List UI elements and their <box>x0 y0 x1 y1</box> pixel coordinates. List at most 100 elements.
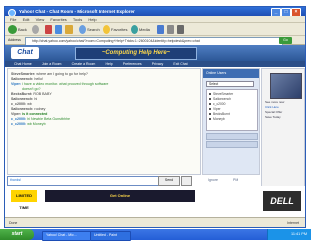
message-sender: Sailorwench: <box>11 77 34 81</box>
panel-divider <box>206 133 258 140</box>
address-label: Address <box>8 38 21 42</box>
nav-help[interactable]: Help <box>105 61 112 67</box>
list-item[interactable]: Moneyb <box>209 117 225 121</box>
user-select-dropdown[interactable]: Select <box>206 81 254 87</box>
menu-help[interactable]: Help <box>88 16 96 23</box>
chat-message-input[interactable]: thanks! <box>7 176 159 186</box>
nav-create-room[interactable]: Create a Room <box>72 61 96 67</box>
ad-text: See more now <box>265 100 285 104</box>
chat-message: c_c2000: hi Newbie Beta Gunstbhhe <box>11 117 70 121</box>
favorites-star-icon[interactable] <box>103 25 110 34</box>
taskbar-item-ie[interactable]: Yahoo! Chat - Mic... <box>42 230 91 241</box>
user-name: SteveSmarter <box>213 92 234 96</box>
search-label[interactable]: Search <box>87 27 100 32</box>
chat-message: Sailorwench: rodney <box>11 107 45 111</box>
media-label[interactable]: Media <box>139 27 150 32</box>
chat-message: Sailorwench: hi <box>11 97 37 101</box>
menu-file[interactable]: File <box>10 16 16 23</box>
message-text: hi Newbie Beta Gunstbhhe <box>27 117 70 121</box>
list-item[interactable]: Viper <box>209 107 221 111</box>
chat-message-area[interactable]: SteveSmarter: where am I going to go for… <box>7 68 201 175</box>
search-icon[interactable] <box>79 25 86 34</box>
message-sender: Sailorwench: <box>11 97 34 101</box>
user-list-panel: Online Users Select SteveSmarter Sailorw… <box>202 68 260 175</box>
mail-icon[interactable] <box>167 25 174 34</box>
menu-tools[interactable]: Tools <box>73 16 82 23</box>
side-advertisement[interactable]: See more now Click Here Special Offer Sa… <box>261 68 305 188</box>
message-text: ROB BABY <box>33 92 52 96</box>
pm-button[interactable]: PM <box>233 177 238 183</box>
bottom-ad-strip: LIMITED TIME Get Online DELL <box>5 186 305 216</box>
user-status-icon <box>209 118 211 121</box>
message-sender: Sailorwench: <box>11 107 34 111</box>
browser-window: Yahoo! Chat - Chat Room - Microsoft Inte… <box>4 6 306 228</box>
chat-message: doesn't go? <box>22 87 40 91</box>
forward-arrow-icon[interactable] <box>32 25 39 34</box>
taskbar-item-paint[interactable]: Untitled - Paint <box>90 230 131 241</box>
start-button[interactable]: start <box>0 229 34 240</box>
list-item[interactable]: SteveSmarter <box>209 92 233 96</box>
message-sender: c_c2000: <box>11 122 27 126</box>
history-icon[interactable] <box>157 25 164 34</box>
user-list-header: Online Users <box>203 69 259 78</box>
menu-view[interactable]: View <box>36 16 45 23</box>
user-status-icon <box>209 98 211 101</box>
back-arrow-icon[interactable] <box>8 25 17 34</box>
message-text: where am I going to go for help? <box>36 72 88 76</box>
ignore-button[interactable]: Ignore <box>208 177 218 183</box>
system-tray: 11:41 PM <box>267 229 311 240</box>
chat-logo[interactable]: Chat <box>11 47 39 59</box>
list-item[interactable]: BecksBurnt <box>209 112 230 116</box>
zone-indicator: Internet <box>287 221 299 225</box>
list-item[interactable]: Sailorwench <box>209 97 231 101</box>
home-icon[interactable] <box>65 25 73 34</box>
status-text: Done <box>9 221 18 225</box>
message-text: hi <box>34 97 38 101</box>
send-button[interactable]: Send <box>158 176 180 186</box>
user-list[interactable]: SteveSmarter Sailorwench c_c2000 Viper B… <box>206 89 258 131</box>
favorites-label[interactable]: Favorites <box>111 27 127 32</box>
message-text: is it connected <box>22 112 48 116</box>
chat-message: BecksBurnt: ROB BABY <box>11 92 52 96</box>
nav-chat-home[interactable]: Chat Home <box>14 61 32 67</box>
site-banner: Chat ~Computing Help Here~ <box>5 45 305 61</box>
message-sender: c_c2000: <box>11 117 27 121</box>
stop-icon[interactable] <box>45 25 52 34</box>
nav-preferences[interactable]: Preferences <box>123 61 142 67</box>
room-headline: ~Computing Help Here~ <box>75 47 197 60</box>
chat-message: Viper: is it connected <box>11 112 47 116</box>
user-name: BecksBurnt <box>213 112 230 116</box>
emoticon-icon[interactable] <box>181 176 192 186</box>
page-content: Chat ~Computing Help Here~ Chat Home Joi… <box>5 45 305 217</box>
message-sender: SteveSmarter: <box>11 72 36 76</box>
menu-bar: File Edit View Favorites Tools Help <box>5 16 305 23</box>
site-nav: Chat Home Join a Room Create a Room Help… <box>5 61 305 67</box>
clock: 11:41 PM <box>291 232 307 236</box>
message-sender: Viper: <box>11 82 22 86</box>
status-bar: Done Internet <box>5 217 305 227</box>
user-status-icon <box>209 113 211 116</box>
banner-ad[interactable]: LIMITED TIME <box>11 190 37 210</box>
nav-join-room[interactable]: Join a Room <box>42 61 62 67</box>
go-button[interactable]: Go <box>279 37 292 44</box>
nav-privacy[interactable]: Privacy <box>152 61 163 67</box>
user-status-icon <box>209 108 211 111</box>
user-name: Moneyb <box>213 117 225 121</box>
ad-link[interactable]: Click Here <box>265 105 279 110</box>
media-icon[interactable] <box>131 25 138 34</box>
menu-edit[interactable]: Edit <box>23 16 30 23</box>
nav-exit-chat[interactable]: Exit Chat <box>173 61 187 67</box>
list-item[interactable]: c_c2000 <box>209 102 225 106</box>
dell-logo[interactable]: DELL <box>263 191 301 211</box>
refresh-icon[interactable] <box>55 25 62 34</box>
address-bar: Address http://chat.yahoo.com/yahoo/chat… <box>5 36 305 46</box>
menu-favorites[interactable]: Favorites <box>50 16 66 23</box>
print-icon[interactable] <box>177 25 184 34</box>
title-bar[interactable]: Yahoo! Chat - Chat Room - Microsoft Inte… <box>5 7 305 17</box>
user-name: Viper <box>213 107 221 111</box>
back-label[interactable]: Back <box>18 27 27 32</box>
banner-ad[interactable]: Get Online <box>45 190 195 202</box>
message-sender: Viper: <box>11 112 22 116</box>
user-status-icon <box>209 103 211 106</box>
panel-divider <box>206 141 258 148</box>
